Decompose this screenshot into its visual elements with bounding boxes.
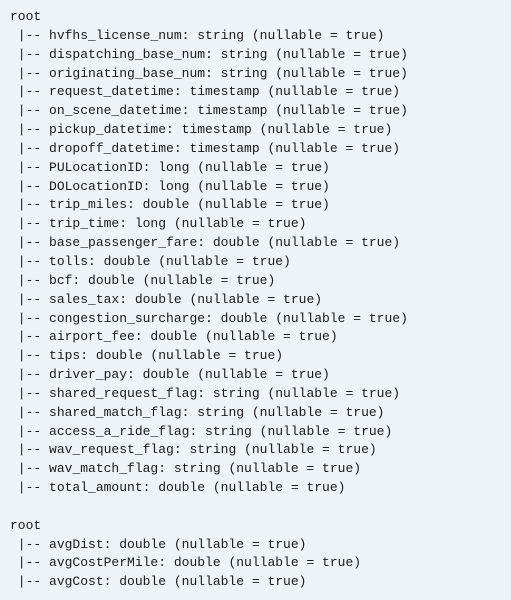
- field-text: wav_match_flag: string (nullable = true): [49, 461, 361, 476]
- schema-field: |-- sales_tax: double (nullable = true): [10, 291, 501, 310]
- schema-field: |-- shared_match_flag: string (nullable …: [10, 404, 501, 423]
- field-text: access_a_ride_flag: string (nullable = t…: [49, 424, 392, 439]
- blank-line: [10, 498, 501, 517]
- schema-field: |-- airport_fee: double (nullable = true…: [10, 328, 501, 347]
- tree-branch-icon: |--: [10, 461, 49, 476]
- field-text: avgDist: double (nullable = true): [49, 537, 306, 552]
- schema-field: |-- shared_request_flag: string (nullabl…: [10, 385, 501, 404]
- schema-output: root |-- hvfhs_license_num: string (null…: [10, 8, 501, 592]
- field-text: pickup_datetime: timestamp (nullable = t…: [49, 122, 392, 137]
- schema-field: |-- avgCostPerMile: double (nullable = t…: [10, 554, 501, 573]
- schema-field: |-- originating_base_num: string (nullab…: [10, 65, 501, 84]
- schema-field: |-- tips: double (nullable = true): [10, 347, 501, 366]
- field-text: originating_base_num: string (nullable =…: [49, 66, 408, 81]
- root-label: root: [10, 517, 501, 536]
- field-text: trip_miles: double (nullable = true): [49, 197, 330, 212]
- tree-branch-icon: |--: [10, 179, 49, 194]
- tree-branch-icon: |--: [10, 122, 49, 137]
- schema-field: |-- bcf: double (nullable = true): [10, 272, 501, 291]
- schema-field: |-- access_a_ride_flag: string (nullable…: [10, 423, 501, 442]
- tree-branch-icon: |--: [10, 555, 49, 570]
- field-text: PULocationID: long (nullable = true): [49, 160, 330, 175]
- field-text: hvfhs_license_num: string (nullable = tr…: [49, 28, 384, 43]
- tree-branch-icon: |--: [10, 367, 49, 382]
- field-text: avgCostPerMile: double (nullable = true): [49, 555, 361, 570]
- field-text: driver_pay: double (nullable = true): [49, 367, 330, 382]
- tree-branch-icon: |--: [10, 329, 49, 344]
- tree-branch-icon: |--: [10, 348, 49, 363]
- field-text: dropoff_datetime: timestamp (nullable = …: [49, 141, 400, 156]
- field-text: tips: double (nullable = true): [49, 348, 283, 363]
- tree-branch-icon: |--: [10, 84, 49, 99]
- field-text: shared_request_flag: string (nullable = …: [49, 386, 400, 401]
- schema-field: |-- driver_pay: double (nullable = true): [10, 366, 501, 385]
- tree-branch-icon: |--: [10, 480, 49, 495]
- schema-field: |-- tolls: double (nullable = true): [10, 253, 501, 272]
- field-text: on_scene_datetime: timestamp (nullable =…: [49, 103, 408, 118]
- tree-branch-icon: |--: [10, 442, 49, 457]
- schema-field: |-- dropoff_datetime: timestamp (nullabl…: [10, 140, 501, 159]
- field-text: bcf: double (nullable = true): [49, 273, 275, 288]
- schema-field: |-- base_passenger_fare: double (nullabl…: [10, 234, 501, 253]
- schema-field: |-- DOLocationID: long (nullable = true): [10, 178, 501, 197]
- tree-branch-icon: |--: [10, 405, 49, 420]
- field-text: total_amount: double (nullable = true): [49, 480, 345, 495]
- field-text: DOLocationID: long (nullable = true): [49, 179, 330, 194]
- schema-field: |-- avgCost: double (nullable = true): [10, 573, 501, 592]
- schema-field: |-- dispatching_base_num: string (nullab…: [10, 46, 501, 65]
- schema-field: |-- congestion_surcharge: double (nullab…: [10, 310, 501, 329]
- tree-branch-icon: |--: [10, 311, 49, 326]
- tree-branch-icon: |--: [10, 216, 49, 231]
- tree-branch-icon: |--: [10, 197, 49, 212]
- field-text: shared_match_flag: string (nullable = tr…: [49, 405, 384, 420]
- field-text: airport_fee: double (nullable = true): [49, 329, 338, 344]
- root-label: root: [10, 8, 501, 27]
- field-text: wav_request_flag: string (nullable = tru…: [49, 442, 377, 457]
- tree-branch-icon: |--: [10, 141, 49, 156]
- schema-field: |-- avgDist: double (nullable = true): [10, 536, 501, 555]
- schema-field: |-- pickup_datetime: timestamp (nullable…: [10, 121, 501, 140]
- field-text: congestion_surcharge: double (nullable =…: [49, 311, 408, 326]
- schema-field: |-- total_amount: double (nullable = tru…: [10, 479, 501, 498]
- schema-field: |-- wav_request_flag: string (nullable =…: [10, 441, 501, 460]
- tree-branch-icon: |--: [10, 103, 49, 118]
- tree-branch-icon: |--: [10, 254, 49, 269]
- field-text: sales_tax: double (nullable = true): [49, 292, 322, 307]
- field-text: request_datetime: timestamp (nullable = …: [49, 84, 400, 99]
- schema-field: |-- PULocationID: long (nullable = true): [10, 159, 501, 178]
- tree-branch-icon: |--: [10, 47, 49, 62]
- schema-field: |-- trip_miles: double (nullable = true): [10, 196, 501, 215]
- field-text: avgCost: double (nullable = true): [49, 574, 306, 589]
- tree-branch-icon: |--: [10, 66, 49, 81]
- schema-field: |-- request_datetime: timestamp (nullabl…: [10, 83, 501, 102]
- tree-branch-icon: |--: [10, 28, 49, 43]
- tree-branch-icon: |--: [10, 537, 49, 552]
- schema-field: |-- trip_time: long (nullable = true): [10, 215, 501, 234]
- tree-branch-icon: |--: [10, 292, 49, 307]
- tree-branch-icon: |--: [10, 424, 49, 439]
- tree-branch-icon: |--: [10, 235, 49, 250]
- tree-branch-icon: |--: [10, 386, 49, 401]
- field-text: base_passenger_fare: double (nullable = …: [49, 235, 400, 250]
- tree-branch-icon: |--: [10, 574, 49, 589]
- schema-field: |-- wav_match_flag: string (nullable = t…: [10, 460, 501, 479]
- schema-field: |-- on_scene_datetime: timestamp (nullab…: [10, 102, 501, 121]
- tree-branch-icon: |--: [10, 160, 49, 175]
- field-text: trip_time: long (nullable = true): [49, 216, 306, 231]
- tree-branch-icon: |--: [10, 273, 49, 288]
- field-text: tolls: double (nullable = true): [49, 254, 291, 269]
- schema-field: |-- hvfhs_license_num: string (nullable …: [10, 27, 501, 46]
- field-text: dispatching_base_num: string (nullable =…: [49, 47, 408, 62]
